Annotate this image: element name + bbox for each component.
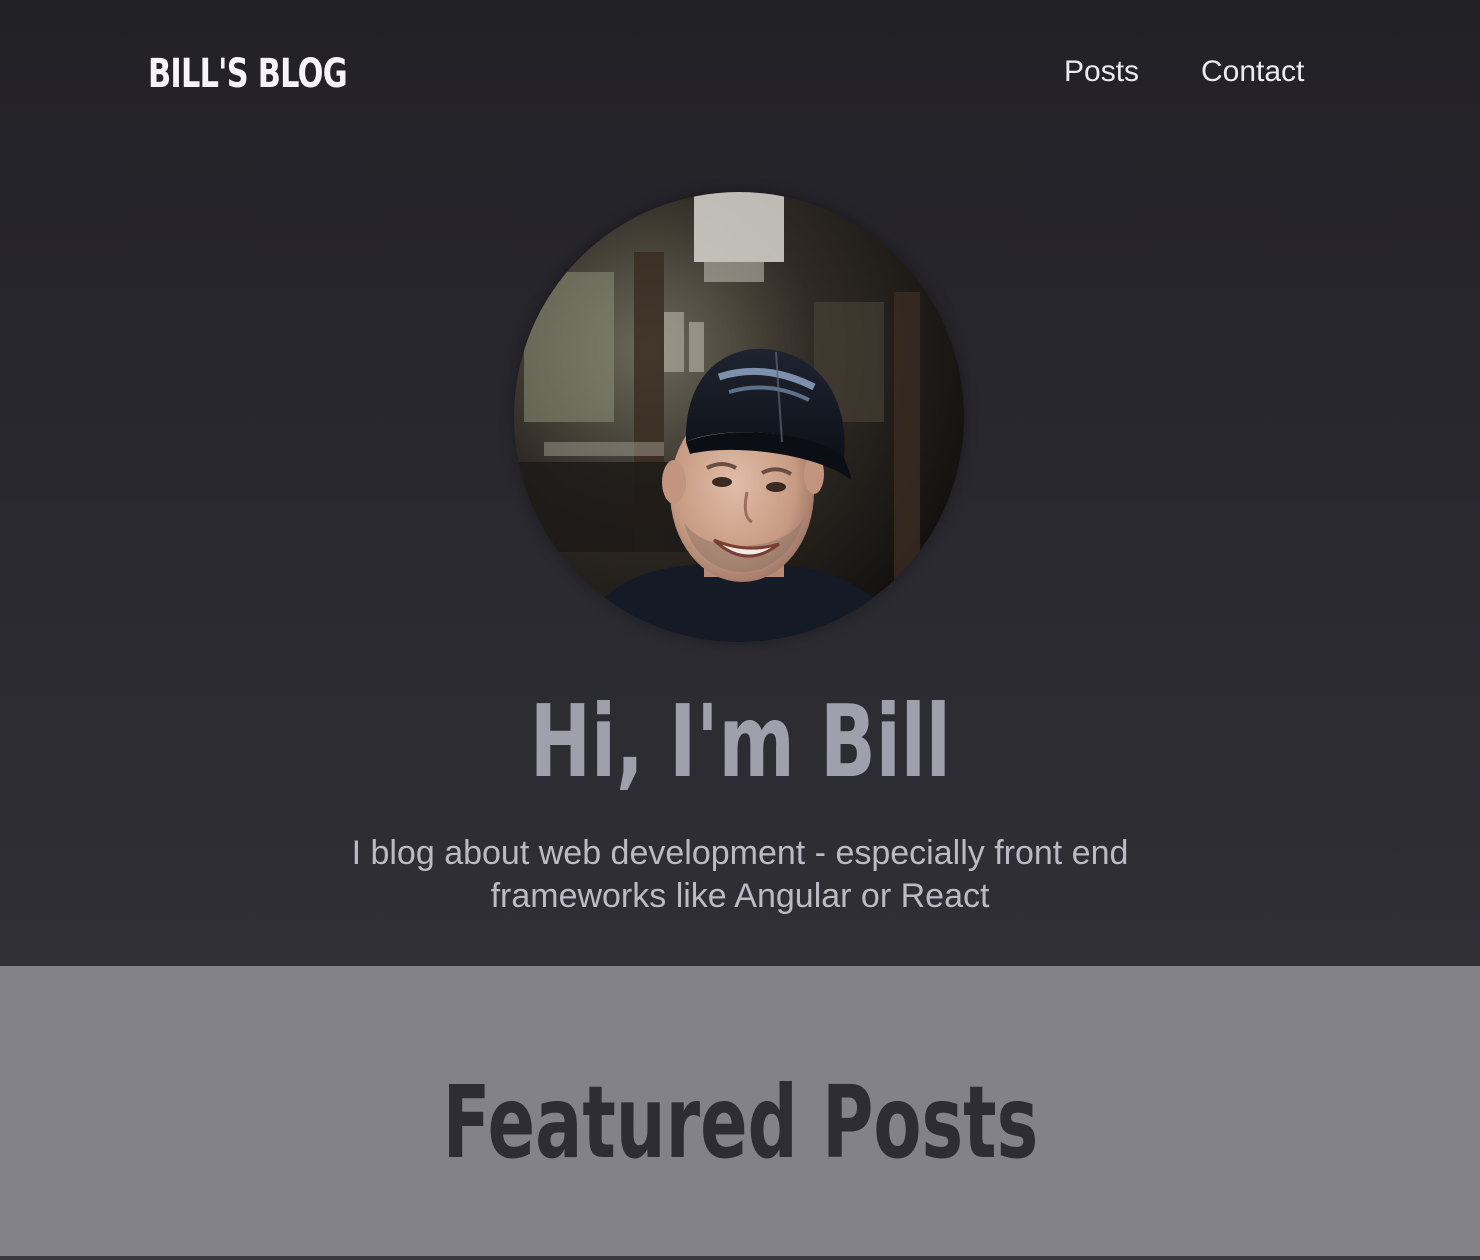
hero-heading-text: Hi, I'm Bill [529,683,951,800]
nav-link-posts[interactable]: Posts [1064,52,1139,92]
featured-section: Featured Posts [0,966,1480,1260]
hero-heading: Hi, I'm Bill [0,682,1480,802]
featured-heading-text: Featured Posts [442,1064,1038,1181]
hero-subtitle: I blog about web development - especiall… [351,834,1129,915]
hero-section: BILL'S BLOG Posts Contact Hi, I'm Bill I… [0,0,1480,966]
site-header: BILL'S BLOG Posts Contact [0,0,1480,145]
section-divider [0,1256,1480,1260]
featured-heading: Featured Posts [0,1058,1480,1188]
profile-photo [514,192,964,642]
profile-avatar [514,192,964,642]
nav-link-contact[interactable]: Contact [1201,52,1304,92]
site-logo-link[interactable]: BILL'S BLOG [148,44,348,104]
